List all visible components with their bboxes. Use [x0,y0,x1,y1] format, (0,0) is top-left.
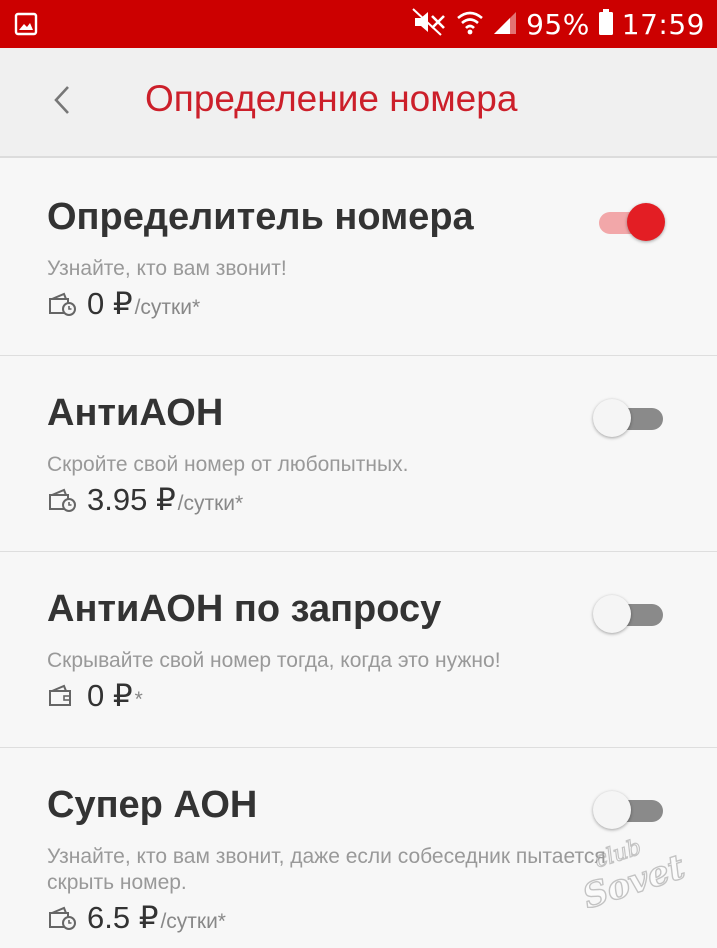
anti-aon-on-request-toggle[interactable] [593,594,665,634]
club-sovet-watermark: club Sovet [569,828,690,918]
service-description: Узнайте, кто вам звонит! [47,257,287,280]
service-list: Определитель номера Узнайте, кто вам зво… [0,160,717,944]
toggle-knob [593,791,631,829]
service-description: Скройте свой номер от любопытных. [47,453,409,476]
price-value: 6.5 ₽ [87,900,159,935]
battery-percent: 95% [526,7,590,41]
clock: 17:59 [621,7,705,41]
chevron-left-icon [52,85,72,119]
page-title: Определение номера [145,78,518,119]
service-price: 0 ₽ * [47,678,143,714]
anti-aon-toggle[interactable] [593,398,665,438]
caller-id-toggle[interactable] [593,202,665,242]
toggle-knob [593,595,631,633]
battery-icon [598,8,614,40]
service-item-caller-id[interactable]: Определитель номера Узнайте, кто вам зво… [0,160,717,356]
service-price: 0 ₽ /сутки* [47,286,200,322]
status-bar: 95% 17:59 [0,0,717,48]
price-value: 0 ₽ [87,678,133,713]
service-price: 6.5 ₽ /сутки* [47,900,226,936]
super-aon-toggle[interactable] [593,790,665,830]
toggle-knob [593,399,631,437]
gallery-icon [14,12,38,36]
wallet-icon [47,684,77,708]
price-period: /сутки* [160,910,226,933]
price-value: 3.95 ₽ [87,482,176,517]
mute-icon [412,7,448,41]
price-period: /сутки* [177,492,244,515]
price-period: /сутки* [134,296,201,319]
service-title: Определитель номера [47,196,474,238]
back-button[interactable] [38,78,86,126]
toggle-knob [627,203,665,241]
signal-icon [492,8,518,40]
app-bar: Определение номера [0,48,717,158]
wallet-clock-icon [47,292,77,316]
service-description: Узнайте, кто вам звонит, даже если собес… [47,845,606,894]
service-item-anti-aon-on-request[interactable]: АнтиАОН по запросу Скрывайте свой номер … [0,552,717,748]
service-title: Супер АОН [47,784,258,826]
service-description: Скрывайте свой номер тогда, когда это ну… [47,649,501,672]
wallet-clock-icon [47,906,77,930]
wifi-icon [456,8,484,40]
price-value: 0 ₽ [87,286,133,321]
service-title: АнтиАОН по запросу [47,588,442,630]
price-period: * [134,688,143,711]
service-price: 3.95 ₽ /сутки* [47,482,243,518]
wallet-clock-icon [47,488,77,512]
service-item-anti-aon[interactable]: АнтиАОН Скройте свой номер от любопытных… [0,356,717,552]
service-title: АнтиАОН [47,392,224,434]
